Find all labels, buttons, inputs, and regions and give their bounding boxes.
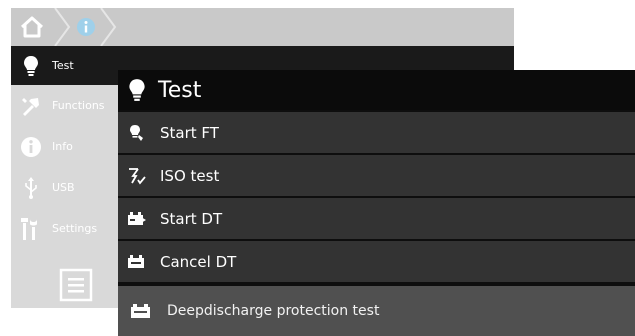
battery-icon xyxy=(118,302,164,320)
tools-icon xyxy=(11,95,51,117)
menu-item-iso-test[interactable]: ISO test xyxy=(118,155,635,196)
menu-icon xyxy=(59,268,93,302)
menu-item-deepdischarge-protection-test[interactable]: Deepdischarge protection test xyxy=(118,286,635,336)
sidebar-item-label: USB xyxy=(52,181,75,194)
info-icon xyxy=(77,18,95,36)
popup-title: Test xyxy=(158,77,202,103)
menu-item-label: Deepdischarge protection test xyxy=(167,303,380,319)
menu-button[interactable] xyxy=(58,267,94,303)
sidebar-item-label: Settings xyxy=(52,222,98,235)
lightbulb-icon xyxy=(11,55,51,77)
function-test-icon xyxy=(118,124,156,142)
test-menu-popup: Test Start FT ISO test Start DT Cancel D… xyxy=(118,70,635,336)
sidebar-item-label: Info xyxy=(52,140,73,153)
breadcrumb-separator xyxy=(100,8,117,46)
usb-icon xyxy=(11,176,51,199)
menu-item-label: ISO test xyxy=(160,166,220,185)
iso-test-icon xyxy=(118,166,156,186)
menu-item-cancel-dt[interactable]: Cancel DT xyxy=(118,241,635,282)
sidebar-item-label: Test xyxy=(52,59,74,72)
lightbulb-icon xyxy=(118,78,156,102)
menu-item-label: Start FT xyxy=(160,123,219,142)
menu-item-label: Start DT xyxy=(160,209,223,228)
menu-item-start-dt[interactable]: Start DT xyxy=(118,198,635,239)
home-icon xyxy=(20,16,44,38)
menu-item-start-ft[interactable]: Start FT xyxy=(118,112,635,153)
popup-header: Test xyxy=(118,70,635,110)
home-button[interactable] xyxy=(11,8,53,46)
breadcrumb-separator xyxy=(54,8,71,46)
breadcrumb-info[interactable] xyxy=(73,8,99,46)
menu-item-label: Cancel DT xyxy=(160,252,237,271)
battery-cancel-icon xyxy=(118,254,156,270)
battery-start-icon xyxy=(118,211,156,227)
info-icon xyxy=(11,136,51,158)
sidebar-item-label: Functions xyxy=(52,99,105,112)
settings-icon xyxy=(11,217,51,241)
